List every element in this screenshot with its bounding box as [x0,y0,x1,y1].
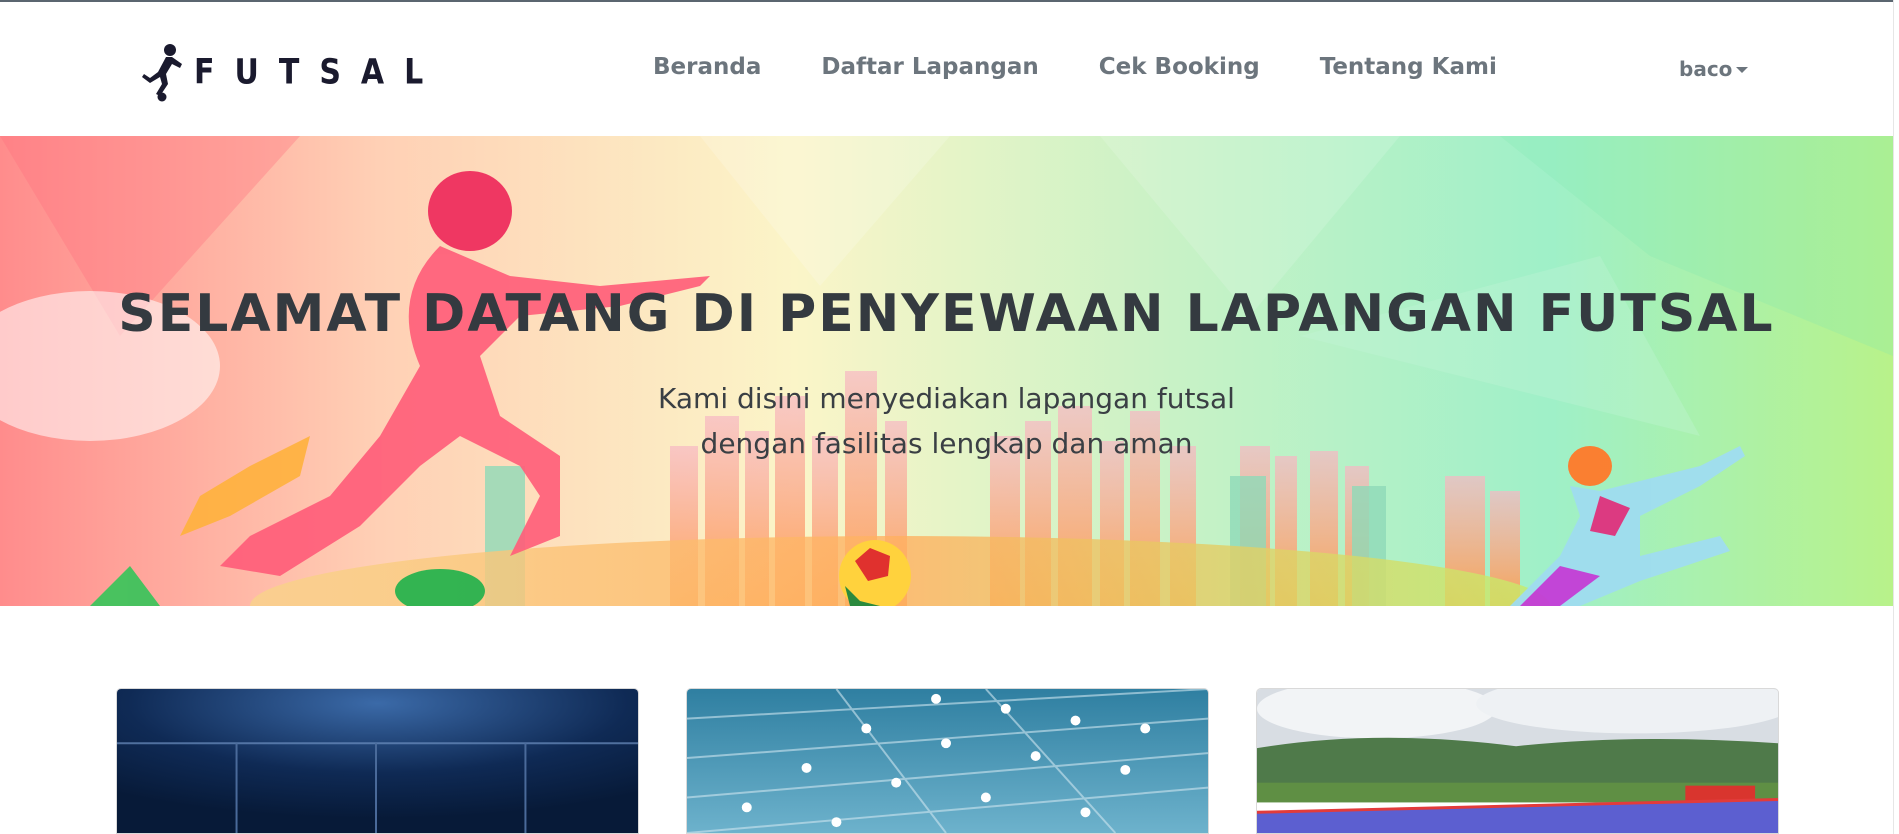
brand-logo[interactable]: FUTSAL [136,42,443,102]
nav-tentang-kami[interactable]: Tentang Kami [1320,54,1497,80]
user-dropdown[interactable]: baco [1679,57,1749,81]
field-photo-night [117,689,638,833]
main-navigation: Beranda Daftar Lapangan Cek Booking Tent… [653,54,1557,80]
hero-subtitle-line-2: dengan fasilitas lengkap dan aman [700,427,1193,460]
hero-subtitle: Kami disini menyediakan lapangan futsal … [0,376,1893,466]
field-photo-indoor [687,689,1208,833]
vertical-scrollbar[interactable] [1893,0,1899,834]
navbar: FUTSAL Beranda Daftar Lapangan Cek Booki… [0,2,1893,136]
soccer-player-icon [142,44,182,102]
field-photo-outdoor [1257,689,1778,833]
nav-cek-booking[interactable]: Cek Booking [1099,54,1260,80]
nav-beranda[interactable]: Beranda [653,54,761,80]
field-card-2[interactable] [686,688,1209,834]
user-name: baco [1679,57,1733,81]
field-card-1[interactable] [116,688,639,834]
hero-background-image [0,136,1893,606]
caret-down-icon [1736,67,1749,73]
hero-banner: SELAMAT DATANG DI PENYEWAAN LAPANGAN FUT… [0,136,1893,606]
nav-daftar-lapangan[interactable]: Daftar Lapangan [821,54,1038,80]
hero-title: SELAMAT DATANG DI PENYEWAAN LAPANGAN FUT… [118,284,1775,344]
field-card-3[interactable] [1256,688,1779,834]
brand-name: FUTSAL [194,51,444,93]
hero-subtitle-line-1: Kami disini menyediakan lapangan futsal [658,382,1235,415]
